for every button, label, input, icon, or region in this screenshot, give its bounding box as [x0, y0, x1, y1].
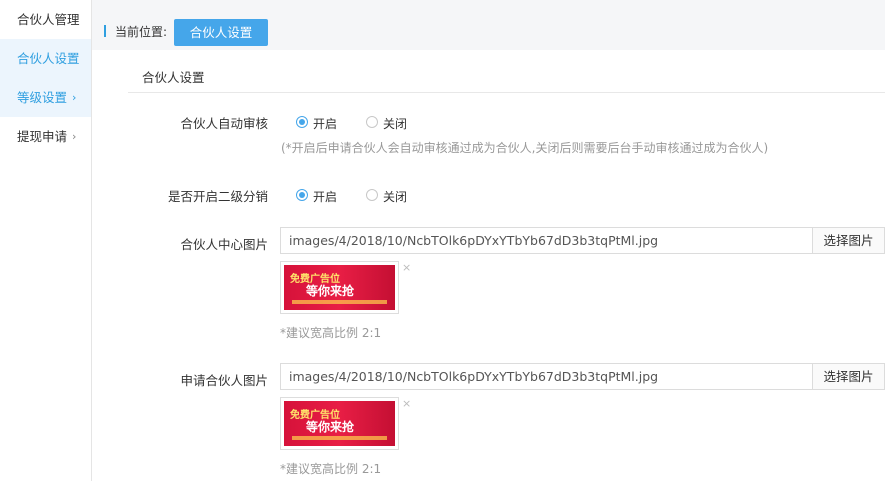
chevron-right-icon: › — [72, 91, 77, 104]
radio-label: 关闭 — [383, 117, 408, 131]
banner-image: 免费广告位 等你来抢 — [284, 401, 395, 446]
breadcrumb-accent-bar — [104, 25, 106, 37]
radio-unchecked-icon — [366, 189, 378, 201]
center-image-thumbnail: 免费广告位 等你来抢 — [280, 261, 399, 314]
auto-review-hint: (*开启后申请合伙人会自动审核通过成为合伙人,关闭后则需要后台手动审核通过成为合… — [281, 141, 769, 155]
apply-image-label: 申请合伙人图片 — [180, 373, 268, 388]
sidebar-item-label: 提现申请 — [17, 129, 68, 144]
center-image-label: 合伙人中心图片 — [180, 237, 268, 252]
apply-image-path-input[interactable]: images/4/2018/10/NcbTOlk6pDYxYTbYb67dD3b… — [280, 363, 813, 390]
auto-review-label: 合伙人自动审核 — [180, 116, 268, 131]
center-image-select-button[interactable]: 选择图片 — [812, 227, 885, 254]
breadcrumb: 当前位置: 合伙人设置 — [92, 0, 885, 50]
section-title: 合伙人设置 — [142, 70, 205, 85]
sidebar-item-withdraw-requests[interactable]: 提现申请 › — [0, 117, 91, 156]
banner-strip — [292, 436, 387, 440]
sidebar-item-partner-management[interactable]: 合伙人管理 — [0, 0, 91, 39]
radio-unchecked-icon — [366, 116, 378, 128]
sidebar-item-level-settings[interactable]: 等级设置 › — [0, 78, 91, 117]
radio-checked-icon — [296, 116, 308, 128]
sidebar: 合伙人管理 合伙人设置 等级设置 › 提现申请 › — [0, 0, 92, 481]
close-icon[interactable]: × — [402, 261, 411, 274]
sidebar-item-partner-settings[interactable]: 合伙人设置 — [0, 39, 91, 78]
apply-image-hint: *建议宽高比例 2:1 — [280, 462, 382, 476]
sidebar-item-label: 合伙人管理 — [17, 12, 80, 27]
sidebar-item-label: 等级设置 — [17, 90, 68, 105]
radio-label: 关闭 — [383, 190, 408, 204]
center-image-path-input[interactable]: images/4/2018/10/NcbTOlk6pDYxYTbYb67dD3b… — [280, 227, 813, 254]
main-content: 合伙人设置 合伙人自动审核 开启 关闭 (*开启后申请合伙人会自动审核通过成为合… — [92, 50, 885, 481]
radio-checked-icon — [296, 189, 308, 201]
banner-text: 等你来抢 — [306, 284, 355, 298]
apply-image-thumbnail: 免费广告位 等你来抢 — [280, 397, 399, 450]
breadcrumb-prefix: 当前位置: — [115, 25, 168, 39]
second-level-label: 是否开启二级分销 — [167, 189, 268, 204]
section-header: 合伙人设置 — [128, 50, 885, 93]
banner-image: 免费广告位 等你来抢 — [284, 265, 395, 310]
apply-image-select-button[interactable]: 选择图片 — [812, 363, 885, 390]
banner-text: 等你来抢 — [306, 420, 355, 434]
radio-label: 开启 — [313, 190, 338, 204]
breadcrumb-current-button[interactable]: 合伙人设置 — [174, 19, 268, 46]
sidebar-item-label: 合伙人设置 — [17, 51, 80, 66]
banner-strip — [292, 300, 387, 304]
radio-label: 开启 — [313, 117, 338, 131]
chevron-right-icon: › — [72, 130, 77, 143]
close-icon[interactable]: × — [402, 397, 411, 410]
center-image-hint: *建议宽高比例 2:1 — [280, 326, 382, 340]
